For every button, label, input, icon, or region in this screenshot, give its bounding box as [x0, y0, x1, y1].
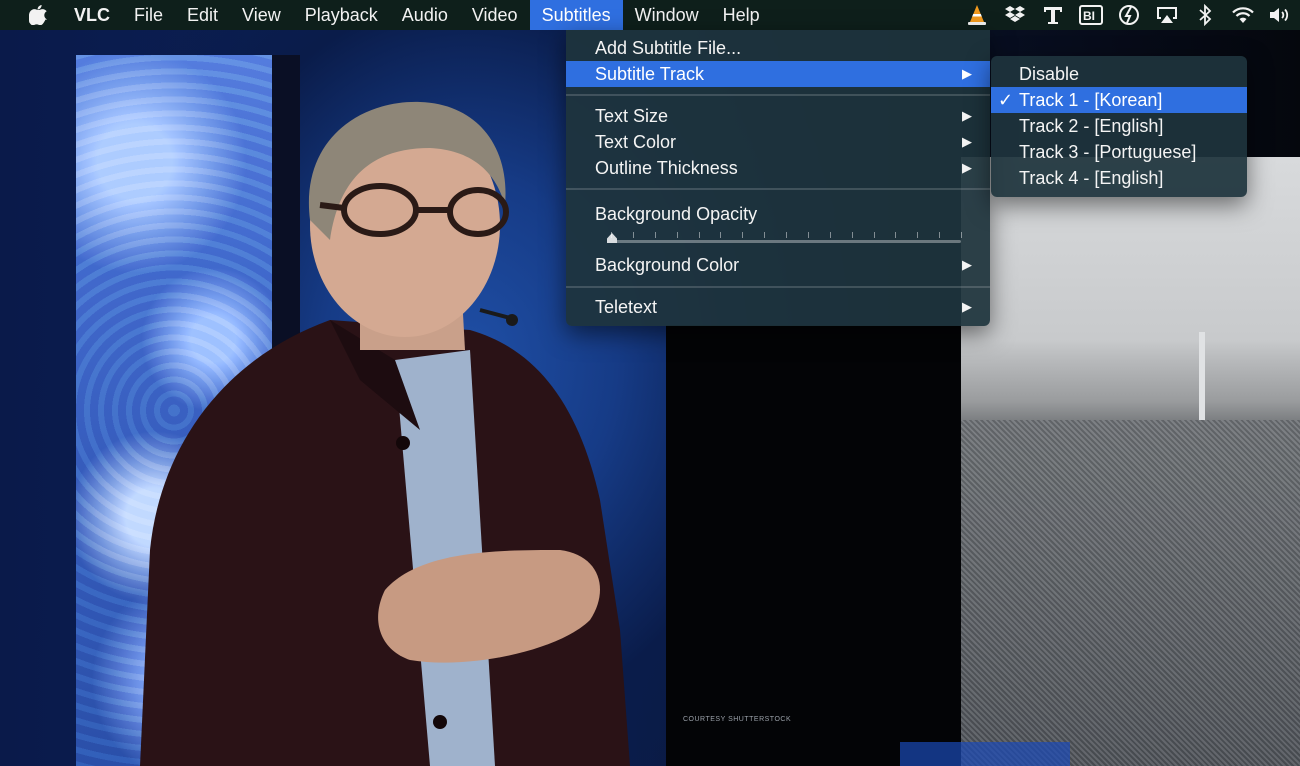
slider-knob[interactable]	[607, 233, 617, 243]
menu-video[interactable]: Video	[460, 0, 530, 30]
subtitle-track-submenu: Disable ✓ Track 1 - [Korean] Track 2 - […	[991, 56, 1247, 197]
slider-tick	[742, 232, 743, 238]
slider-tick	[939, 232, 940, 238]
menu-item-text-size[interactable]: Text Size ▶	[566, 103, 990, 129]
slider-tick	[633, 232, 634, 238]
menu-item-text-color[interactable]: Text Color ▶	[566, 129, 990, 155]
sync-icon[interactable]	[1110, 0, 1148, 30]
slider-track	[611, 240, 961, 243]
menu-separator	[566, 94, 990, 96]
track-item-disable[interactable]: Disable	[991, 61, 1247, 87]
slider-tick	[961, 232, 962, 238]
submenu-arrow-icon: ▶	[962, 66, 972, 81]
floor-light	[900, 742, 1070, 766]
submenu-arrow-icon: ▶	[962, 108, 972, 123]
text-tool-icon[interactable]	[1034, 0, 1072, 30]
menu-item-add-subtitle-file[interactable]: Add Subtitle File...	[566, 35, 990, 61]
menu-help[interactable]: Help	[711, 0, 772, 30]
track-item-2[interactable]: Track 2 - [English]	[991, 113, 1247, 139]
slider-tick	[764, 232, 765, 238]
dropbox-icon[interactable]	[996, 0, 1034, 30]
menu-subtitles[interactable]: Subtitles	[529, 0, 623, 30]
menu-item-label: Outline Thickness	[595, 157, 738, 178]
slider-tick	[677, 232, 678, 238]
menu-file[interactable]: File	[122, 0, 175, 30]
stage-light-panel	[76, 55, 272, 766]
submenu-arrow-icon: ▶	[962, 160, 972, 175]
menu-bar: VLC File Edit View Playback Audio Video …	[0, 0, 1300, 30]
menu-view[interactable]: View	[230, 0, 293, 30]
menu-item-label: Text Size	[595, 105, 669, 126]
volume-icon[interactable]	[1262, 0, 1300, 30]
menu-item-teletext[interactable]: Teletext ▶	[566, 294, 990, 320]
menu-item-outline-thickness[interactable]: Outline Thickness ▶	[566, 155, 990, 181]
submenu-arrow-icon: ▶	[962, 299, 972, 314]
stage-pillar	[272, 55, 300, 766]
wifi-icon[interactable]	[1224, 0, 1262, 30]
menu-item-subtitle-track[interactable]: Subtitle Track ▶	[566, 61, 990, 87]
track-item-label: Track 1 - [Korean]	[1019, 89, 1163, 110]
submenu-arrow-icon: ▶	[962, 257, 972, 272]
menu-item-label: Teletext	[595, 296, 658, 317]
vlc-cone-icon[interactable]	[958, 0, 996, 30]
slider-tick	[699, 232, 700, 238]
track-item-4[interactable]: Track 4 - [English]	[991, 165, 1247, 191]
slider-tick	[786, 232, 787, 238]
apple-menu[interactable]	[0, 0, 62, 30]
apple-logo-icon	[29, 5, 47, 25]
menu-item-label: Background Color	[595, 254, 740, 275]
slider-tick	[895, 232, 896, 238]
video-watermark: COURTESY SHUTTERSTOCK	[683, 716, 792, 723]
menu-item-label: Background Opacity	[595, 203, 758, 224]
slider-tick	[808, 232, 809, 238]
airplay-icon[interactable]	[1148, 0, 1186, 30]
checkmark-icon: ✓	[998, 89, 1014, 110]
menu-vlc[interactable]: VLC	[62, 0, 122, 30]
slider-tick	[830, 232, 831, 238]
menu-separator	[566, 286, 990, 288]
bi-icon[interactable]: BI	[1072, 0, 1110, 30]
menu-audio[interactable]: Audio	[390, 0, 460, 30]
track-item-3[interactable]: Track 3 - [Portuguese]	[991, 139, 1247, 165]
status-menu-extras: BI	[958, 0, 1300, 30]
menu-item-label: Text Color	[595, 131, 677, 152]
track-item-label: Track 2 - [English]	[1019, 115, 1164, 136]
menu-playback[interactable]: Playback	[293, 0, 390, 30]
slider-tick	[720, 232, 721, 238]
slider-tick	[917, 232, 918, 238]
menu-item-label: Subtitle Track	[595, 63, 705, 84]
menu-item-background-color[interactable]: Background Color ▶	[566, 252, 990, 278]
menu-window[interactable]: Window	[623, 0, 711, 30]
submenu-arrow-icon: ▶	[962, 134, 972, 149]
svg-text:BI: BI	[1083, 9, 1095, 23]
track-item-label: Track 3 - [Portuguese]	[1019, 141, 1197, 162]
subtitles-menu: Add Subtitle File... Subtitle Track ▶ Te…	[566, 30, 990, 326]
slider-tick	[874, 232, 875, 238]
bluetooth-icon[interactable]	[1186, 0, 1224, 30]
slider-tick	[611, 232, 612, 238]
track-item-label: Disable	[1019, 63, 1080, 84]
menu-separator	[566, 188, 990, 190]
slider-tick	[852, 232, 853, 238]
menu-edit[interactable]: Edit	[175, 0, 230, 30]
menu-item-background-opacity: Background Opacity	[566, 201, 990, 227]
track-item-label: Track 4 - [English]	[1019, 167, 1164, 188]
slider-tick	[655, 232, 656, 238]
projection-screen-dark	[666, 325, 961, 766]
background-opacity-slider[interactable]	[607, 232, 962, 250]
projected-photo-crowd	[961, 420, 1300, 766]
menu-item-label: Add Subtitle File...	[595, 37, 742, 58]
track-item-1[interactable]: ✓ Track 1 - [Korean]	[991, 87, 1247, 113]
